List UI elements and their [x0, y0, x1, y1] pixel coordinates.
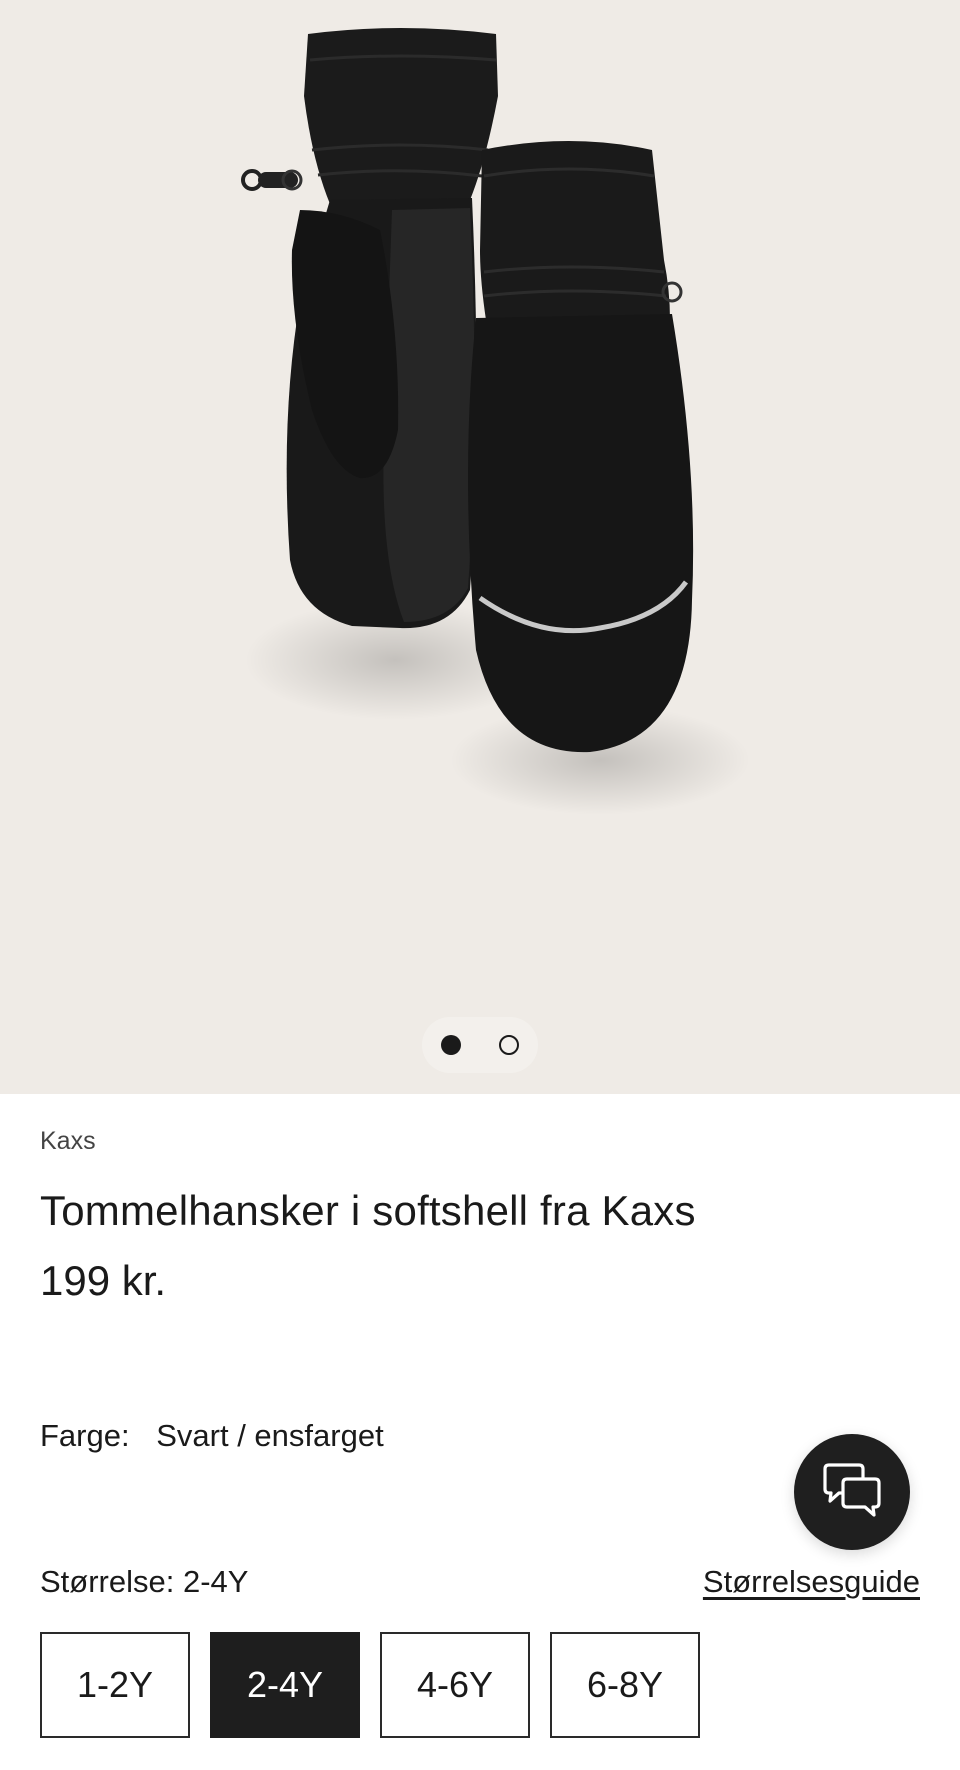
gallery-dot-2[interactable]	[499, 1035, 519, 1055]
size-guide-link[interactable]: Størrelsesguide	[703, 1564, 920, 1600]
size-option-2-4y[interactable]: 2-4Y	[210, 1632, 360, 1738]
gallery-dot-1[interactable]	[441, 1035, 461, 1055]
chat-bubbles-icon	[823, 1463, 881, 1517]
size-option-4-6y[interactable]: 4-6Y	[380, 1632, 530, 1738]
product-title: Tommelhansker i softshell fra Kaxs	[40, 1187, 696, 1234]
gallery-pagination	[422, 1017, 538, 1073]
left-mitten	[241, 28, 498, 629]
product-image-gallery[interactable]	[0, 0, 960, 1094]
size-option-6-8y[interactable]: 6-8Y	[550, 1632, 700, 1738]
right-mitten	[468, 141, 694, 753]
product-brand[interactable]: Kaxs	[40, 1127, 96, 1156]
color-label: Farge:	[40, 1418, 130, 1453]
color-info: Farge: Svart / ensfarget	[40, 1418, 384, 1454]
size-option-1-2y[interactable]: 1-2Y	[40, 1632, 190, 1738]
size-label: Størrelse: 2-4Y	[40, 1564, 249, 1599]
color-value: Svart / ensfarget	[156, 1418, 384, 1453]
chat-button[interactable]	[794, 1434, 910, 1550]
product-price: 199 kr.	[40, 1257, 167, 1304]
size-selector: 1-2Y 2-4Y 4-6Y 6-8Y	[40, 1632, 700, 1738]
mittens-product-image	[241, 28, 750, 815]
